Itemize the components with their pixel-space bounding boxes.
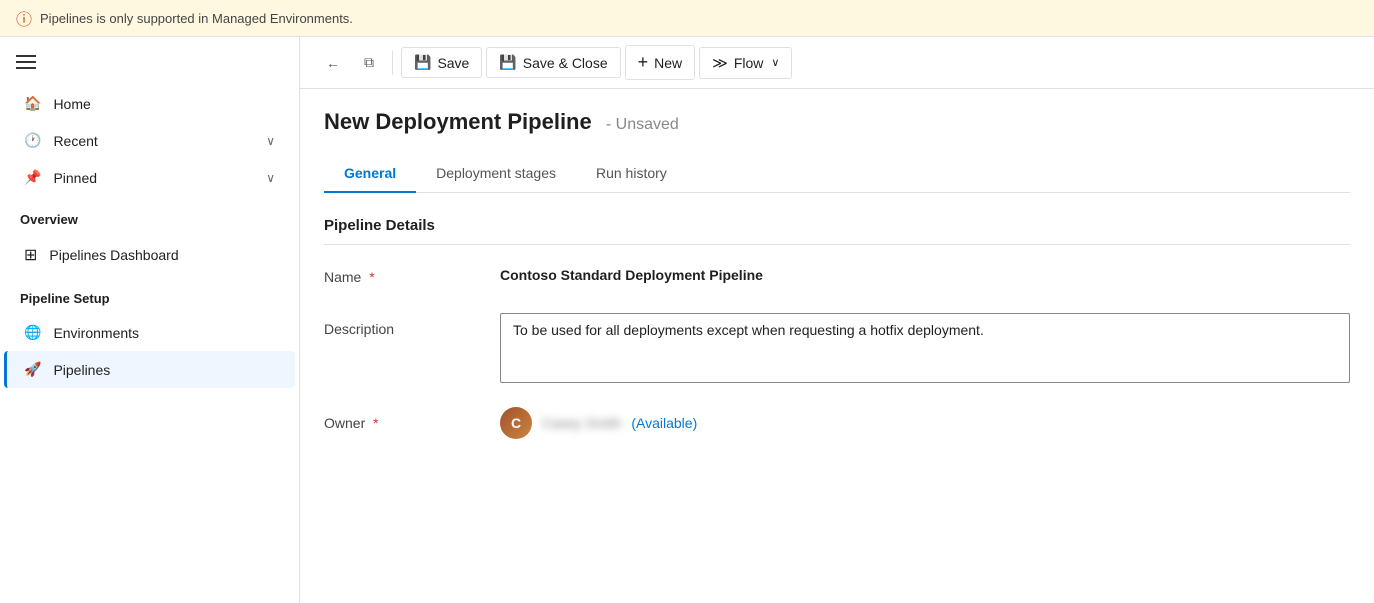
tab-run-history[interactable]: Run history <box>576 155 687 193</box>
sidebar-item-pipelines-dashboard[interactable]: ⊞ Pipelines Dashboard <box>4 235 295 275</box>
page-title: New Deployment Pipeline - Unsaved <box>324 109 1350 135</box>
form-section-title: Pipeline Details <box>324 217 1350 245</box>
hamburger-menu[interactable] <box>0 45 299 85</box>
unsaved-label: - Unsaved <box>606 116 679 133</box>
chevron-down-icon: ∨ <box>266 171 275 185</box>
description-textarea[interactable] <box>500 313 1350 383</box>
sidebar-item-label: Environments <box>53 325 139 341</box>
content-area: New Deployment Pipeline - Unsaved Genera… <box>300 89 1374 603</box>
avatar: C <box>500 407 532 439</box>
recent-icon: 🕐 <box>24 132 41 149</box>
save-close-button[interactable]: 💾 Save & Close <box>486 47 620 78</box>
new-button[interactable]: + New <box>625 45 696 80</box>
back-icon: ← <box>326 55 340 71</box>
sidebar-item-home[interactable]: 🏠 Home <box>4 85 295 122</box>
owner-name: Casey Smith <box>542 415 621 431</box>
save-close-icon: 💾 <box>499 54 516 71</box>
pipelines-icon: 🚀 <box>24 361 41 378</box>
managed-environments-banner: ⓘ Pipelines is only supported in Managed… <box>0 0 1374 37</box>
sidebar-item-label: Home <box>53 96 90 112</box>
sidebar-item-label: Pipelines <box>53 362 110 378</box>
sidebar-item-label: Recent <box>53 133 97 149</box>
tabs-bar: General Deployment stages Run history <box>324 155 1350 193</box>
save-icon: 💾 <box>414 54 431 71</box>
flow-chevron-icon: ∨ <box>771 56 779 69</box>
flow-button[interactable]: ≫ Flow ∨ <box>699 47 792 79</box>
hamburger-icon <box>16 55 283 69</box>
warning-icon: ⓘ <box>16 6 32 30</box>
required-star: * <box>369 269 374 285</box>
window-icon: ⧉ <box>364 54 374 71</box>
main-content: ← ⧉ 💾 Save 💾 Save & Close + New ≫ Flow ∨ <box>300 37 1374 603</box>
back-button[interactable]: ← <box>316 49 350 77</box>
name-value: Contoso Standard Deployment Pipeline <box>500 261 1350 289</box>
banner-text: Pipelines is only supported in Managed E… <box>40 11 353 26</box>
required-star: * <box>373 415 378 431</box>
pin-icon: 📌 <box>24 169 41 186</box>
pipeline-details-form: Pipeline Details Name * Contoso Standard… <box>324 217 1350 439</box>
sidebar-item-pipelines[interactable]: 🚀 Pipelines <box>4 351 295 388</box>
overview-section-label: Overview <box>0 196 299 235</box>
name-label: Name * <box>324 261 484 285</box>
owner-status: (Available) <box>631 415 697 431</box>
sidebar-item-label: Pipelines Dashboard <box>49 247 178 263</box>
environments-icon: 🌐 <box>24 324 41 341</box>
description-row: Description <box>324 313 1350 383</box>
sidebar-item-pinned[interactable]: 📌 Pinned ∨ <box>4 159 295 196</box>
flow-icon: ≫ <box>712 54 728 72</box>
chevron-down-icon: ∨ <box>266 134 275 148</box>
save-button[interactable]: 💾 Save <box>401 47 482 78</box>
description-label: Description <box>324 313 484 337</box>
sidebar-item-label: Pinned <box>53 170 97 186</box>
plus-icon: + <box>638 52 649 73</box>
tab-deployment-stages[interactable]: Deployment stages <box>416 155 576 193</box>
dashboard-icon: ⊞ <box>24 245 37 265</box>
owner-field[interactable]: C Casey Smith (Available) <box>500 407 697 439</box>
toolbar: ← ⧉ 💾 Save 💾 Save & Close + New ≫ Flow ∨ <box>300 37 1374 89</box>
window-button[interactable]: ⧉ <box>354 48 384 77</box>
owner-label: Owner * <box>324 407 484 431</box>
pipeline-setup-section-label: Pipeline Setup <box>0 275 299 314</box>
sidebar-item-recent[interactable]: 🕐 Recent ∨ <box>4 122 295 159</box>
sidebar: 🏠 Home 🕐 Recent ∨ 📌 Pinned ∨ Overview ⊞ … <box>0 37 300 603</box>
sidebar-item-environments[interactable]: 🌐 Environments <box>4 314 295 351</box>
home-icon: 🏠 <box>24 95 41 112</box>
tab-general[interactable]: General <box>324 155 416 193</box>
name-row: Name * Contoso Standard Deployment Pipel… <box>324 261 1350 289</box>
toolbar-divider <box>392 51 393 75</box>
owner-row: Owner * C Casey Smith (Available) <box>324 407 1350 439</box>
